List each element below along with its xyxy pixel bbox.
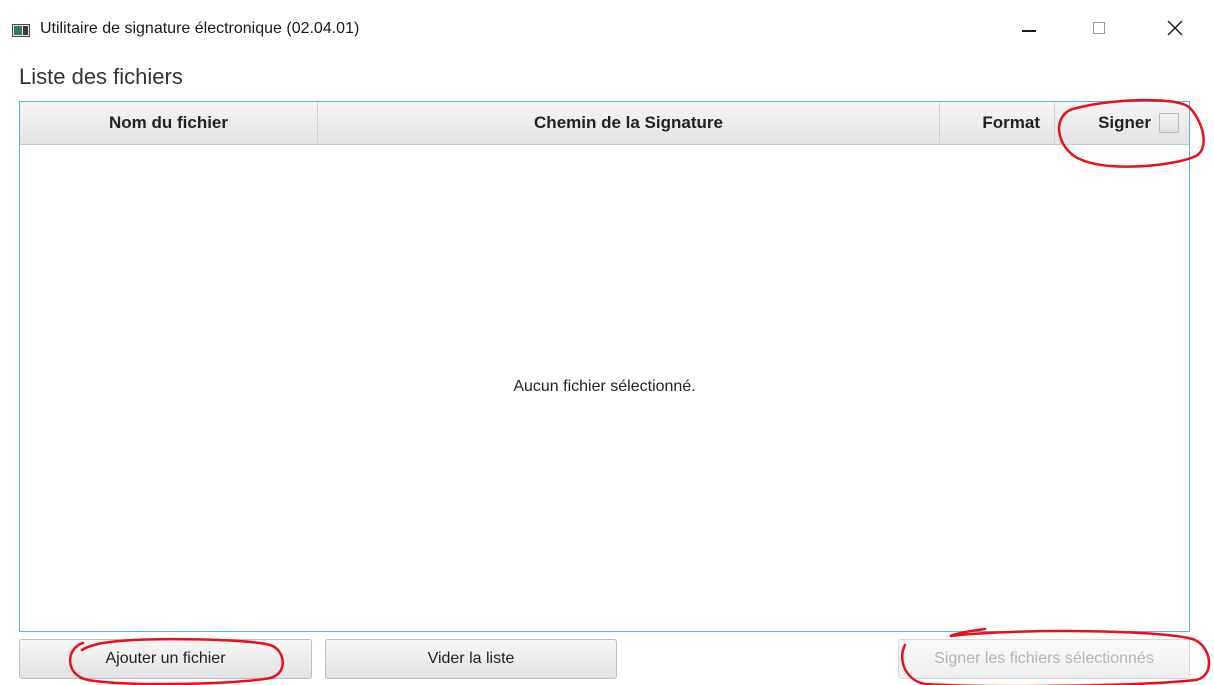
app-window: Utilitaire de signature électronique (02… bbox=[0, 0, 1214, 685]
title-bar: Utilitaire de signature électronique (02… bbox=[0, 0, 1214, 58]
table-header: Nom du fichier Chemin de la Signature Fo… bbox=[20, 102, 1189, 145]
window-title: Utilitaire de signature électronique (02… bbox=[40, 20, 360, 37]
minimize-button[interactable] bbox=[1006, 10, 1052, 46]
add-file-button[interactable]: Ajouter un fichier bbox=[19, 639, 312, 679]
maximize-icon bbox=[1093, 22, 1105, 34]
column-header-sign[interactable]: Signer bbox=[1055, 102, 1189, 144]
app-window-icon bbox=[12, 24, 30, 37]
section-title: Liste des fichiers bbox=[19, 64, 183, 89]
column-header-label: Chemin de la Signature bbox=[534, 113, 723, 132]
column-header-signature-path[interactable]: Chemin de la Signature bbox=[318, 102, 940, 144]
column-header-label: Nom du fichier bbox=[108, 113, 228, 132]
column-header-label: Format bbox=[982, 113, 1040, 132]
select-all-checkbox[interactable] bbox=[1159, 113, 1179, 133]
empty-table-message: Aucun fichier sélectionné. bbox=[513, 378, 696, 395]
clear-list-button[interactable]: Vider la liste bbox=[325, 639, 617, 679]
sign-selected-files-button[interactable]: Signer les fichiers sélectionnés bbox=[898, 639, 1190, 679]
column-header-label: Signer bbox=[1098, 113, 1151, 132]
maximize-button[interactable] bbox=[1076, 10, 1122, 46]
column-header-format[interactable]: Format bbox=[940, 102, 1055, 144]
close-icon bbox=[1167, 20, 1183, 36]
files-table[interactable]: Nom du fichier Chemin de la Signature Fo… bbox=[19, 101, 1190, 632]
close-button[interactable] bbox=[1152, 10, 1198, 46]
minimize-icon bbox=[1022, 30, 1036, 32]
column-header-file-name[interactable]: Nom du fichier bbox=[20, 102, 318, 144]
